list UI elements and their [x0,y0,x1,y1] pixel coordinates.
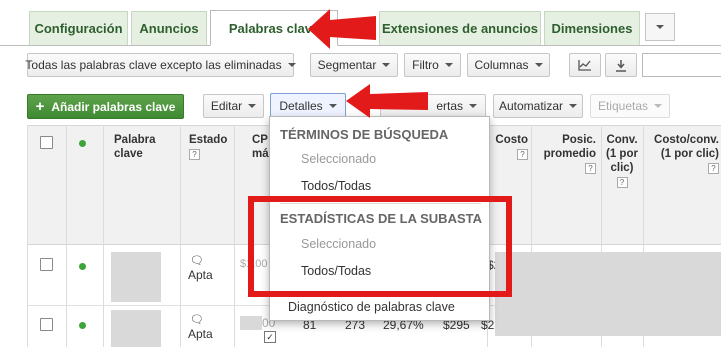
tab-configuracion[interactable]: Configuración [29,11,128,45]
help-icon[interactable]: ? [616,177,628,188]
tabs-more-dropdown[interactable] [645,13,675,41]
search-input[interactable] [642,53,721,77]
tab-configuracion-label: Configuración [34,21,123,36]
select-all-checkbox[interactable] [40,136,53,149]
avg-position-header-label: Posic. promedio [543,134,596,160]
download-icon [616,59,626,72]
add-keywords-button[interactable]: + Añadir palabras clave [27,94,184,119]
keyword-diagnostics-item[interactable]: Diagnóstico de palabras clave [288,300,455,314]
automate-button[interactable]: Automatizar [493,94,583,118]
chart-toggle-button[interactable] [569,53,601,77]
keyword-header-label: Palabra clave [114,134,156,160]
avg-position-column-header[interactable]: Posic. promedio? [534,133,596,175]
tab-dimensiones[interactable]: Dimensiones [544,11,640,45]
column-divider [103,125,104,347]
chevron-down-icon [382,63,391,67]
tab-dimensiones-label: Dimensiones [551,21,633,36]
edit-checkbox[interactable]: ✓ [264,331,276,343]
help-icon[interactable]: ? [708,163,719,174]
help-icon[interactable]: ? [585,163,596,174]
arrow-icon [308,9,376,49]
automate-label: Automatizar [498,99,564,113]
cost-per-conversion-column-header[interactable]: Costo/conv. (1 por clic)? [647,133,719,175]
details-button[interactable]: Detalles [270,93,346,118]
help-icon[interactable]: ? [189,149,200,160]
alerts-label: ertas [436,99,463,113]
filter-scope-label: Todas las palabras clave excepto las eli… [25,58,282,72]
edit-button[interactable]: Editar [203,94,264,118]
details-label: Detalles [279,98,323,113]
download-button[interactable] [605,53,637,77]
columns-label: Columnas [474,58,529,72]
filter-scope-dropdown[interactable]: Todas las palabras clave excepto las eli… [25,53,296,77]
column-divider [234,125,235,347]
cost-column-header[interactable]: Costo? [494,133,528,161]
search-terms-section-title: TÉRMINOS DE BÚSQUEDA [280,127,449,142]
tab-extensiones[interactable]: Extensiones de anuncios [379,11,541,45]
chevron-down-icon [654,104,663,108]
chevron-down-icon [248,104,257,108]
segment-button[interactable]: Segmentar [310,53,398,77]
search-terms-all-item[interactable]: Todos/Todas [301,179,371,193]
chevron-down-icon [534,63,543,67]
plus-icon: + [35,97,45,115]
chevron-down-icon [328,103,337,108]
status-dot [79,263,86,270]
conversions-header-label: Conv. (1 por clic) [606,134,638,174]
tab-anuncios[interactable]: Anuncios [131,11,207,45]
status-value: Apta [188,327,213,341]
tab-extensiones-label: Extensiones de anuncios [381,21,539,36]
status-dot [79,322,86,329]
row-checkbox[interactable] [40,258,53,271]
chevron-down-icon [287,63,296,67]
comment-icon[interactable]: 🗨 [190,313,204,326]
conversions-column-header[interactable]: Conv. (1 por clic)? [604,133,640,189]
tab-anuncios-label: Anuncios [139,21,199,36]
edit-label: Editar [210,99,243,113]
highlight-box [248,196,512,297]
column-divider [66,125,67,347]
column-divider [180,125,181,347]
filter-label: Filtro [412,58,439,72]
keyword-column-header[interactable]: Palabra clave [114,133,174,161]
chevron-down-icon [569,104,578,108]
chevron-down-icon [656,25,664,29]
search-terms-selected-item: Seleccionado [301,152,377,166]
help-icon[interactable]: ? [517,149,528,160]
stats-redacted [495,252,721,336]
comment-icon[interactable]: 🗨 [190,254,204,267]
keyword-redacted [111,252,161,302]
cpc-redacted [240,316,262,330]
line-chart-icon [578,60,591,71]
add-keywords-label: Añadir palabras clave [51,99,176,114]
chevron-down-icon [469,104,477,108]
status-header-label: Estado [189,134,228,146]
chevron-down-icon [444,63,453,67]
column-divider [27,125,28,347]
status-dot [79,140,86,147]
labels-label: Etiquetas [597,99,649,113]
cost-header-label: Costo [495,134,528,146]
keyword-redacted [111,310,161,347]
status-value: Apta [188,268,213,282]
columns-button[interactable]: Columnas [467,53,550,77]
segment-label: Segmentar [317,58,377,72]
row-checkbox[interactable] [40,318,53,331]
arrow-icon [346,84,428,118]
cost-per-conversion-header-label: Costo/conv. (1 por clic) [654,134,719,160]
filter-button[interactable]: Filtro [404,53,461,77]
labels-button[interactable]: Etiquetas [590,94,670,118]
status-column-header[interactable]: Estado? [189,133,233,161]
